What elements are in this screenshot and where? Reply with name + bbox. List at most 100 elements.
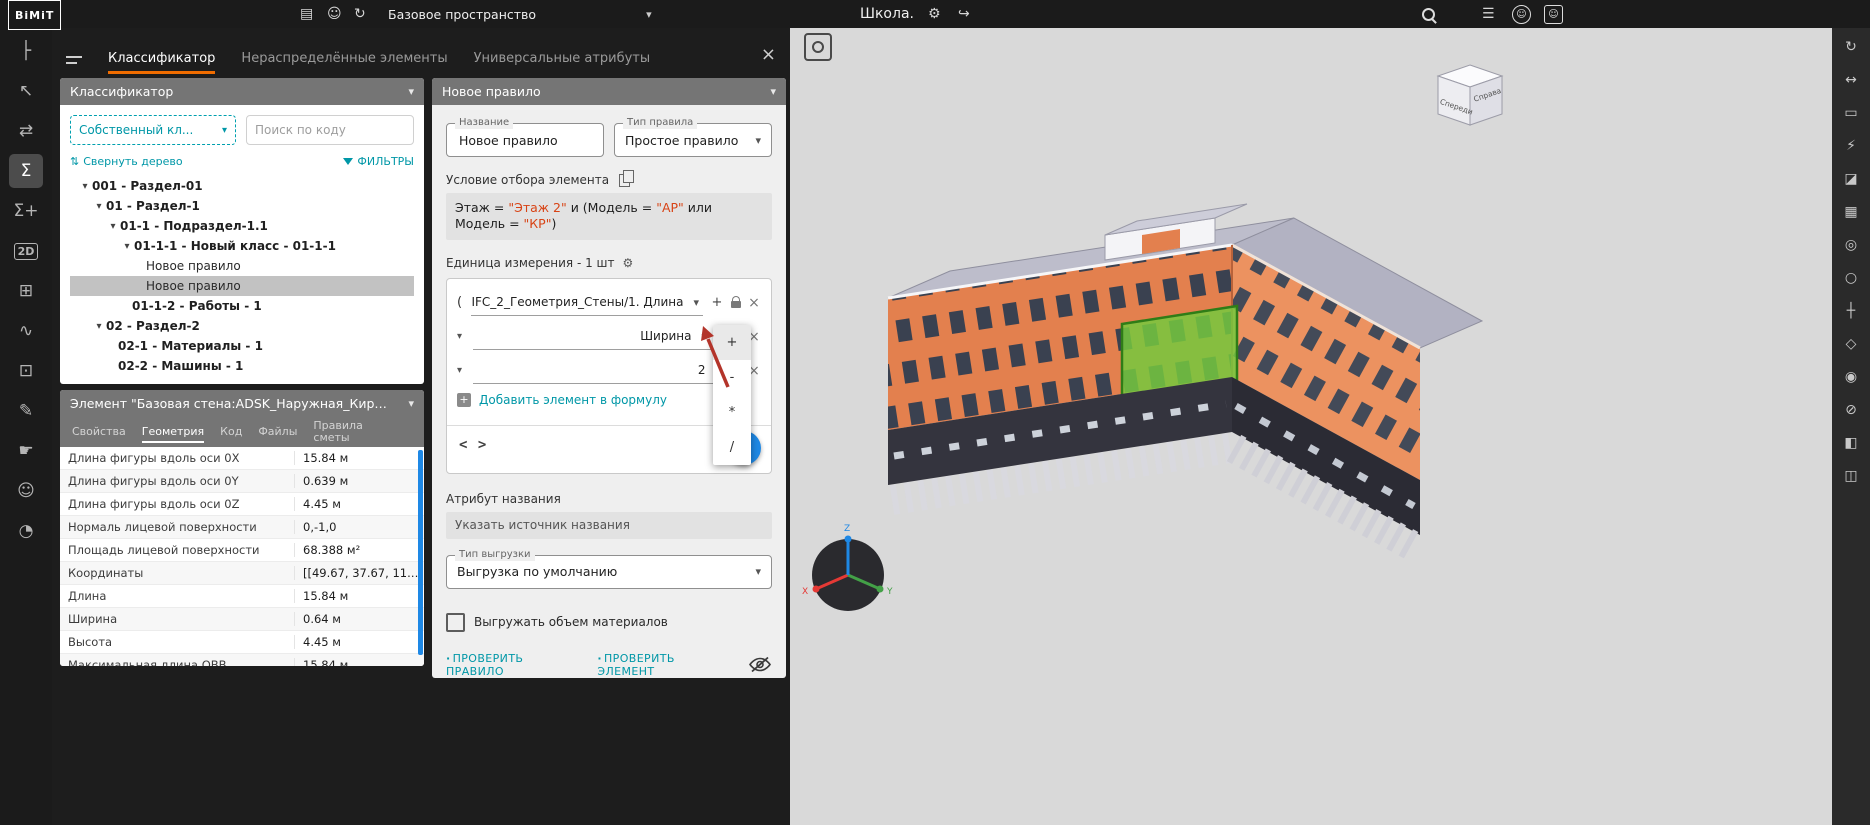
rule-name-input[interactable] — [457, 132, 593, 149]
rule-panel-header[interactable]: Новое правило ▾ — [432, 78, 786, 105]
tree-item[interactable]: ▾001 - Раздел-01 — [70, 176, 414, 196]
scheme-icon[interactable]: ⊞ — [9, 274, 43, 308]
tree-item[interactable]: ▾01-1-1 - Новый класс - 01-1-1 — [70, 236, 414, 256]
tab-unassigned-elements[interactable]: Нераспределённые элементы — [241, 51, 447, 74]
caret-down-icon[interactable]: ▾ — [92, 321, 106, 332]
add-sum-icon[interactable]: Σ+ — [9, 194, 43, 228]
unit-settings-gear-icon[interactable]: ⚙ — [623, 256, 634, 270]
user-edit-icon[interactable]: ✎ — [9, 394, 43, 428]
caret-down-icon[interactable]: ▾ — [92, 201, 106, 212]
caret-down-icon[interactable]: ▾ — [457, 365, 467, 376]
name-source-input[interactable] — [446, 512, 772, 539]
add-formula-element-link[interactable]: + Добавить элемент в формулу — [457, 393, 667, 407]
focus-icon[interactable]: ◎ — [1837, 231, 1865, 259]
tab-files[interactable]: Файлы — [258, 426, 297, 438]
tree-item[interactable]: ▾01-1 - Подраздел-1.1 — [70, 216, 414, 236]
tree-item[interactable]: ▾01 - Раздел-1 — [70, 196, 414, 216]
handover-icon[interactable]: ☛ — [9, 434, 43, 468]
menu-icon[interactable]: ☰ — [1482, 0, 1495, 28]
pan-icon[interactable]: ↔ — [1837, 66, 1865, 94]
close-icon[interactable]: × — [761, 44, 776, 65]
region-select-tool[interactable] — [804, 33, 832, 61]
measure-icon[interactable]: ▭ — [1837, 99, 1865, 127]
tree-item[interactable]: 02-1 - Материалы - 1 — [70, 336, 414, 356]
tab-universal-attributes[interactable]: Универсальные атрибуты — [474, 51, 651, 74]
settings-gear-icon[interactable]: ⚙ — [928, 0, 941, 28]
check-element-button[interactable]: ПРОВЕРИТЬ ЭЛЕМЕНТ — [597, 652, 732, 678]
plugins-icon[interactable]: ⊡ — [9, 354, 43, 388]
code-view-button[interactable]: < > — [459, 437, 487, 453]
tab-geometry[interactable]: Геометрия — [142, 426, 204, 443]
operator-button[interactable]: + — [709, 295, 725, 310]
tab-estimate-rules[interactable]: Правила сметы — [313, 420, 369, 443]
caret-down-icon[interactable]: ▾ — [120, 241, 134, 252]
orbit-icon[interactable]: ↻ — [1837, 33, 1865, 61]
section-plane-icon[interactable]: ◪ — [1837, 165, 1865, 193]
rule-type-select[interactable]: Тип правила Простое правило ▾ — [614, 123, 772, 157]
condition-expression[interactable]: Этаж = "Этаж 2" и (Модель = "АР" или Мод… — [446, 193, 772, 240]
operator-multiply[interactable]: * — [713, 395, 751, 430]
profile-badge-icon[interactable]: ☺ — [1544, 0, 1563, 28]
classifier-panel-header[interactable]: Классификатор ▾ — [60, 78, 424, 105]
axis-gizmo[interactable]: X Y Z — [802, 524, 893, 611]
workspace-selector[interactable]: Базовое пространство ▾ — [388, 0, 652, 28]
materials-checkbox[interactable] — [446, 613, 465, 632]
code-search-input[interactable] — [246, 115, 414, 145]
section-box-icon[interactable]: ◫ — [1837, 462, 1865, 490]
visibility-icon[interactable]: ◉ — [1837, 363, 1865, 391]
tune-icon[interactable] — [66, 54, 82, 66]
dashboard-icon[interactable]: ◔ — [9, 514, 43, 548]
check-rule-button[interactable]: ПРОВЕРИТЬ ПРАВИЛО — [446, 652, 581, 678]
tree-item[interactable]: 01-1-2 - Работы - 1 — [70, 296, 414, 316]
tab-classifier[interactable]: Классификатор — [108, 51, 215, 74]
grid-icon[interactable]: ▦ — [1837, 198, 1865, 226]
formula-value-field[interactable]: 2 ▾ — [473, 358, 725, 384]
caret-down-icon[interactable]: ▾ — [106, 221, 120, 232]
tree-item[interactable]: ▾02 - Раздел-2 — [70, 316, 414, 336]
visibility-off-icon[interactable]: ⊘ — [1837, 396, 1865, 424]
tree-item[interactable]: 02-2 - Машины - 1 — [70, 356, 414, 376]
tree-item[interactable]: Новое правило — [70, 256, 414, 276]
diamond-icon[interactable]: ◇ — [1837, 330, 1865, 358]
scrollbar-thumb[interactable] — [418, 450, 423, 655]
tab-code[interactable]: Код — [220, 426, 242, 438]
collapse-tree-link[interactable]: ⇅ Свернуть дерево — [70, 155, 183, 168]
axes-icon[interactable]: ┼ — [1837, 297, 1865, 325]
operator-divide[interactable]: / — [713, 430, 751, 465]
history-icon[interactable]: ↻ — [354, 0, 366, 28]
tab-properties[interactable]: Свойства — [72, 426, 126, 438]
classifier-type-select[interactable]: Собственный кл... ▾ — [70, 115, 236, 145]
formula-attribute-select[interactable]: Ширина ▾ — [473, 324, 711, 350]
viewport-3d[interactable]: Спереди Справа X Y Z — [790, 28, 1832, 825]
copy-icon[interactable] — [619, 174, 630, 187]
sphere-icon[interactable]: ○ — [1837, 264, 1865, 292]
toolbox-icon[interactable]: ▤ — [300, 0, 313, 28]
team-icon[interactable]: ☺ — [327, 0, 342, 28]
operator-plus[interactable]: + — [713, 325, 751, 360]
paint-icon[interactable]: ◧ — [1837, 429, 1865, 457]
remove-row-icon[interactable]: × — [747, 295, 761, 311]
account-icon[interactable]: ☺ — [1512, 0, 1531, 28]
lightning-icon[interactable]: ⚡ — [1837, 132, 1865, 160]
formula-attribute-select[interactable]: IFC_2_Геометрия_Стены/1. Длина ▾ — [471, 290, 703, 316]
nav-cube[interactable]: Спереди Справа — [1438, 65, 1502, 125]
operator-minus[interactable]: - — [713, 360, 751, 395]
caret-down-icon[interactable]: ▾ — [78, 181, 92, 192]
lock-icon[interactable] — [731, 301, 741, 308]
search-icon[interactable] — [1422, 0, 1435, 28]
share-icon[interactable]: ↪ — [958, 0, 970, 28]
structure-tree-icon[interactable]: ├ — [9, 34, 43, 68]
element-panel-header[interactable]: Элемент "Базовая стена:ADSK_Наружная_Кир… — [60, 390, 424, 417]
view-2d-icon[interactable]: 2D — [9, 234, 43, 268]
export-type-select[interactable]: Тип выгрузки Выгрузка по умолчанию ▾ — [446, 555, 772, 589]
select-arrow-icon[interactable]: ↖ — [9, 74, 43, 108]
relations-icon[interactable]: ⇄ — [9, 114, 43, 148]
graphs-icon[interactable]: ∿ — [9, 314, 43, 348]
caret-down-icon[interactable]: ▾ — [457, 331, 467, 342]
rule-name-field[interactable]: Название — [446, 123, 604, 157]
visibility-off-icon[interactable] — [748, 656, 772, 673]
filters-link[interactable]: ФИЛЬТРЫ — [343, 155, 414, 168]
classifier-sum-icon[interactable]: Σ — [9, 154, 43, 188]
users-icon[interactable]: ☺ — [9, 474, 43, 508]
tree-item-selected[interactable]: Новое правило — [70, 276, 414, 296]
